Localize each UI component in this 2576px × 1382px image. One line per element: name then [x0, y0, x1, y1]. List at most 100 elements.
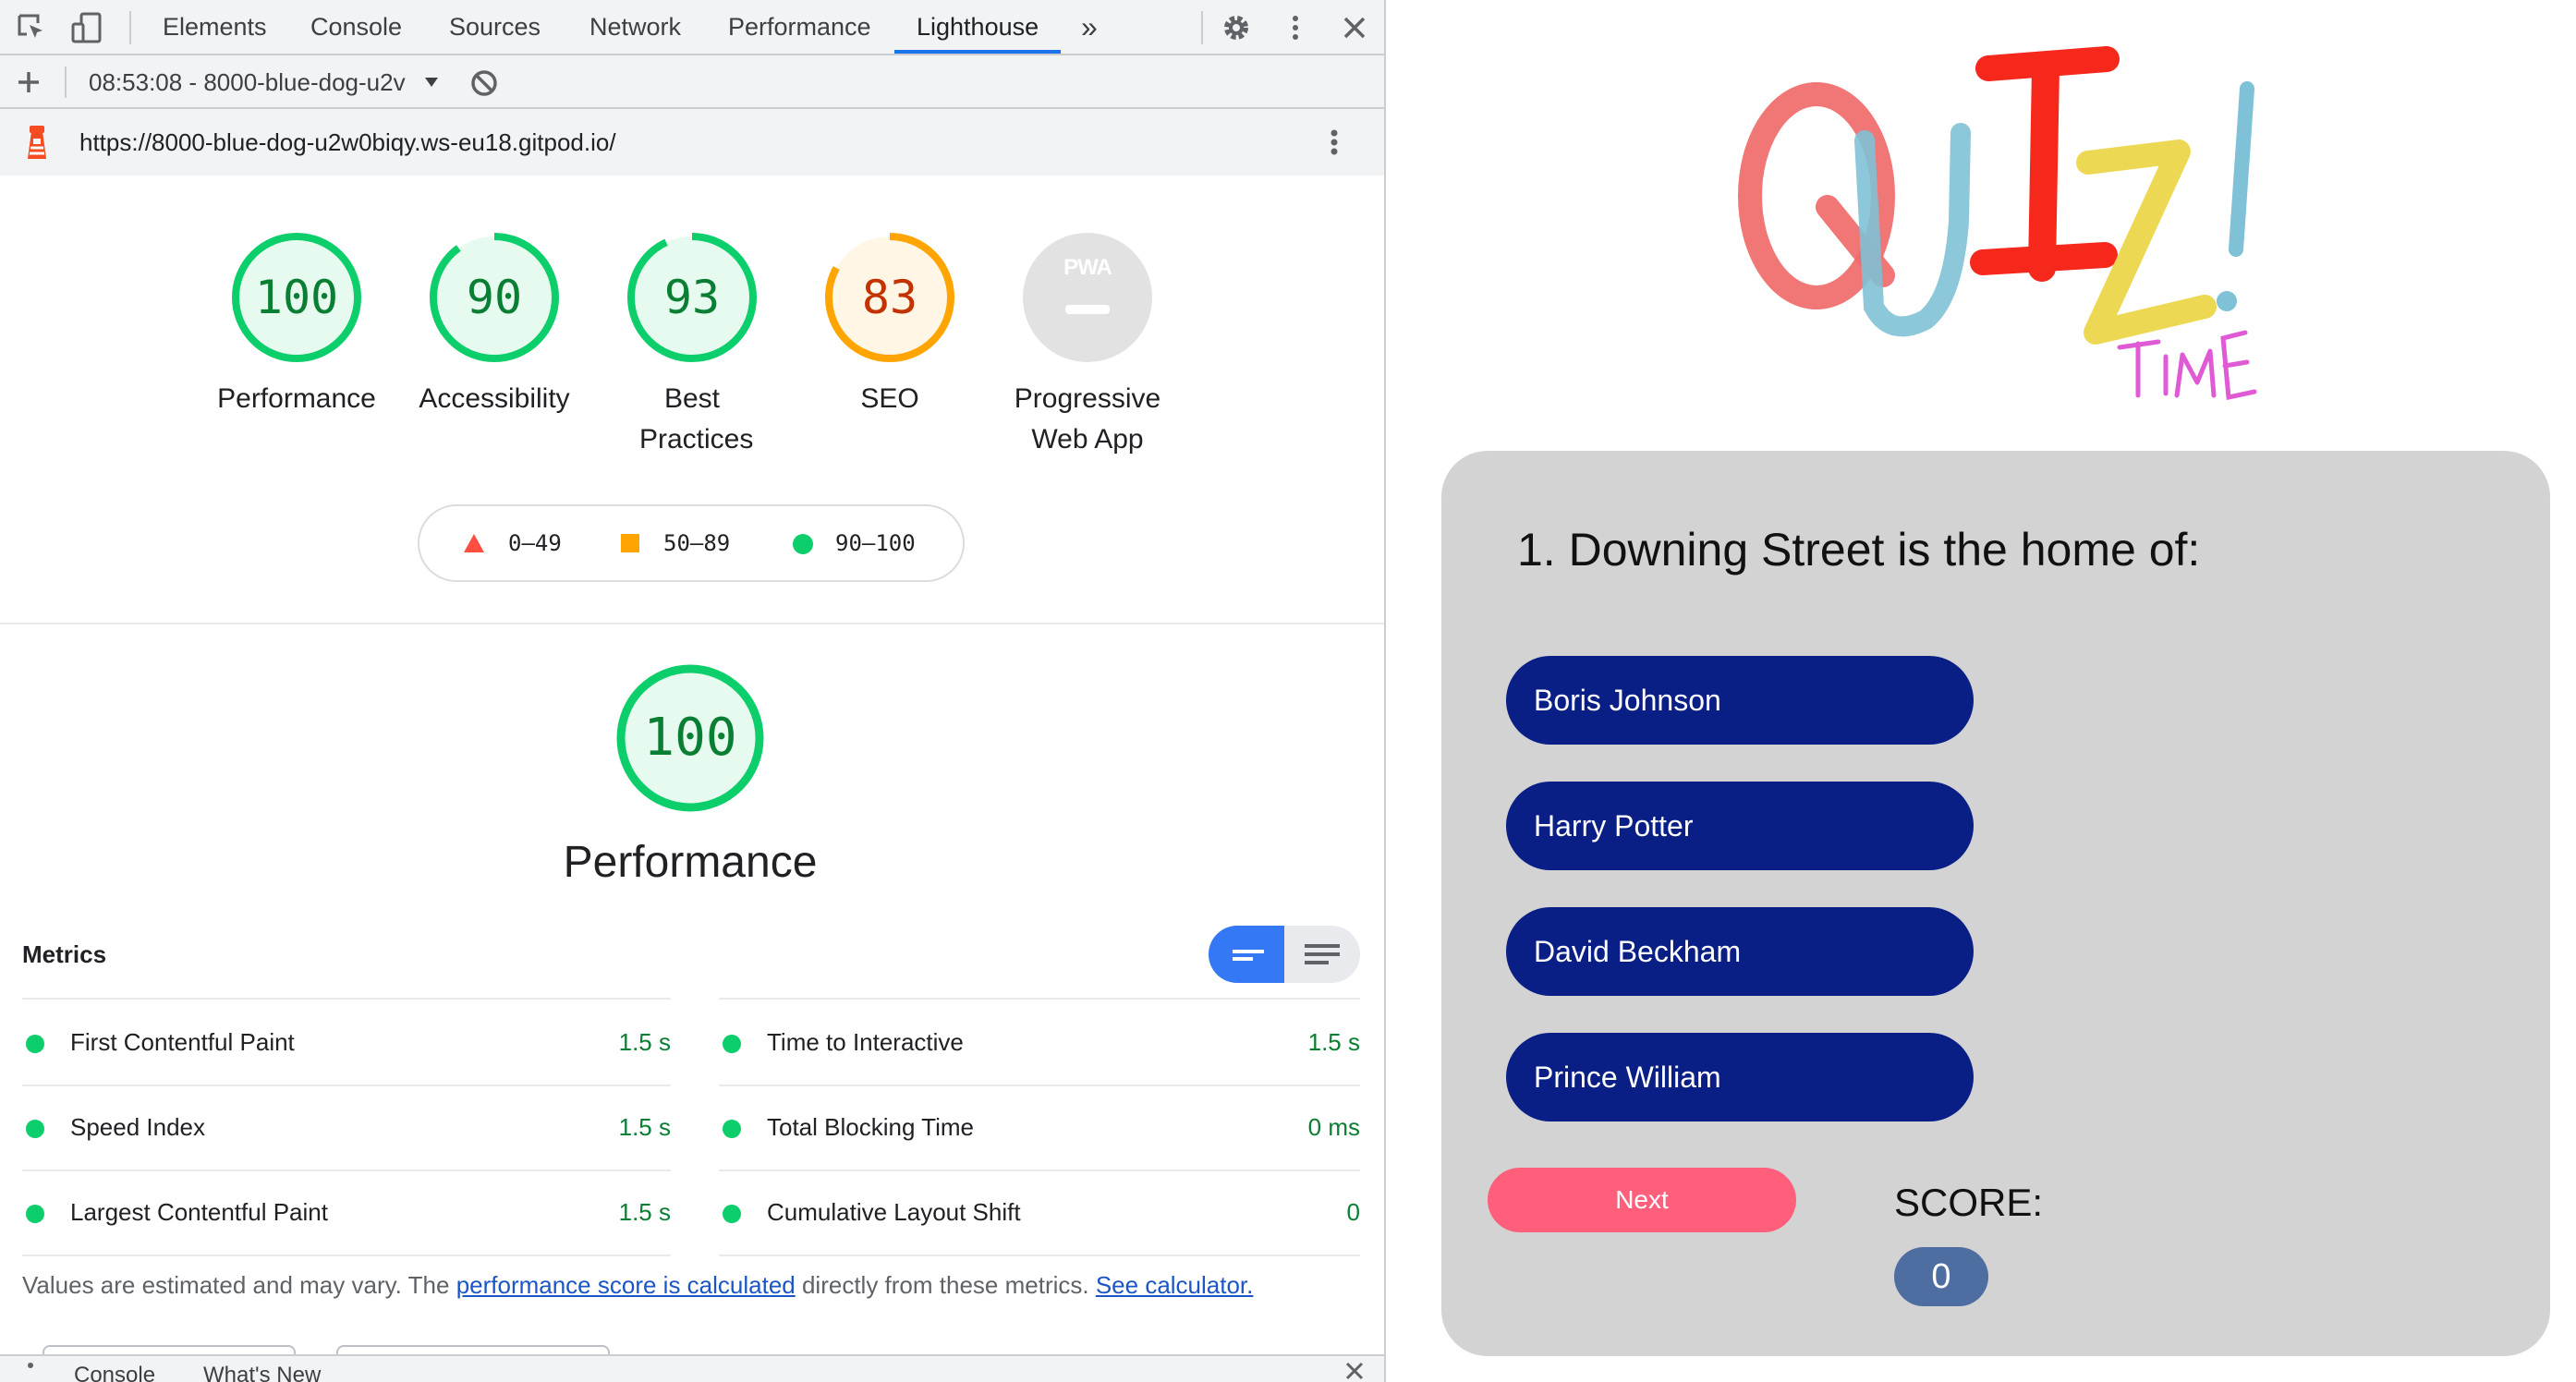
quiz-app: 1. Downing Street is the home of: Boris … [1386, 0, 2576, 1382]
legend-average: 50–89 [663, 530, 731, 556]
metrics-note: Values are estimated and may vary. The p… [22, 1271, 1253, 1300]
compact-view-button[interactable] [1209, 926, 1284, 983]
pass-dot-icon [26, 1120, 44, 1138]
fail-triangle-icon [464, 534, 484, 552]
close-icon[interactable] [1338, 11, 1371, 44]
drawer-tab-console[interactable]: Console [74, 1362, 155, 1382]
pass-dot-icon [26, 1205, 44, 1223]
score-label: Best Practices [639, 383, 754, 455]
drawer-tab-whats-new[interactable]: What's New [203, 1362, 321, 1382]
answer-button[interactable]: Boris Johnson [1506, 656, 1974, 745]
toolbar-separator [65, 67, 67, 98]
clear-report-icon[interactable] [469, 68, 499, 98]
score-value: 100 [254, 271, 339, 324]
note-text: Values are estimated and may vary. The [22, 1271, 456, 1299]
metric-label: Cumulative Layout Shift [767, 1198, 1021, 1226]
dropdown-arrow-icon[interactable] [423, 74, 440, 91]
metric-label: Speed Index [70, 1113, 206, 1141]
pwa-badge: PWA [1021, 231, 1154, 364]
metric-value: 1.5 s [618, 1198, 671, 1226]
tab-performance[interactable]: Performance [706, 0, 893, 54]
more-tabs-button[interactable]: » [1059, 0, 1120, 54]
metrics-heading: Metrics [22, 940, 107, 968]
url-bar-menu-icon[interactable] [1318, 126, 1351, 159]
lighthouse-logo-icon [22, 124, 52, 161]
performance-gauge: 100 [615, 663, 765, 813]
gauge: 100 [230, 231, 363, 364]
score-pwa[interactable]: PWA Progressive Web App [989, 231, 1186, 460]
devtools-panel: Elements Console Sources Network Perform… [0, 0, 1384, 1382]
devtools-drawer: Console What's New [0, 1354, 1384, 1382]
lighthouse-url-bar: https://8000-blue-dog-u2w0biqy.ws-eu18.g… [0, 109, 1384, 176]
pass-dot-icon [723, 1035, 741, 1053]
lighthouse-report-bar: 08:53:08 - 8000-blue-dog-u2v [0, 55, 1384, 109]
pass-dot-icon [723, 1120, 741, 1138]
metric-first-contentful-paint: First Contentful Paint 1.5 s [22, 1000, 671, 1085]
performance-score: 100 [643, 708, 737, 768]
score-best-practices[interactable]: 93 Best Practices [593, 231, 791, 460]
tab-network[interactable]: Network [567, 0, 703, 54]
metrics-divider [22, 1255, 671, 1256]
score-accessibility[interactable]: 90 Accessibility [395, 231, 593, 419]
metric-label: First Contentful Paint [70, 1028, 295, 1056]
score-seo[interactable]: 83 SEO [791, 231, 989, 419]
more-options-icon[interactable] [1279, 11, 1312, 44]
toolbar-separator [129, 11, 131, 44]
next-button[interactable]: Next [1488, 1168, 1796, 1232]
new-report-icon[interactable] [13, 67, 44, 98]
score-legend: 0–49 50–89 90–100 [418, 504, 965, 582]
score-label: SEO [860, 383, 919, 414]
performance-score-link[interactable]: performance score is calculated [456, 1271, 796, 1299]
report-selector[interactable]: 08:53:08 - 8000-blue-dog-u2v [89, 55, 418, 109]
gauge: 83 [823, 231, 956, 364]
metric-value: 0 ms [1307, 1113, 1360, 1141]
pass-circle-icon [793, 534, 813, 554]
drawer-close-icon[interactable] [1343, 1360, 1366, 1382]
pass-dot-icon [26, 1035, 44, 1053]
tab-console[interactable]: Console [288, 0, 424, 54]
metric-label: Time to Interactive [767, 1028, 964, 1056]
expanded-view-button[interactable] [1284, 926, 1360, 983]
drawer-menu-icon[interactable] [26, 1358, 35, 1382]
metric-time-to-interactive: Time to Interactive 1.5 s [719, 1000, 1360, 1085]
score-label: Progressive Web App [1014, 383, 1161, 455]
tab-lighthouse[interactable]: Lighthouse [894, 0, 1062, 54]
metric-speed-index: Speed Index 1.5 s [22, 1085, 671, 1170]
score-performance[interactable]: 100 Performance [198, 231, 395, 419]
settings-gear-icon[interactable] [1220, 11, 1253, 44]
answer-button[interactable]: Prince William [1506, 1033, 1974, 1121]
metric-value: 1.5 s [618, 1113, 671, 1141]
section-divider [0, 623, 1384, 624]
metric-cumulative-layout-shift: Cumulative Layout Shift 0 [719, 1170, 1360, 1255]
legend-pass: 90–100 [835, 530, 916, 556]
metric-total-blocking-time: Total Blocking Time 0 ms [719, 1085, 1360, 1170]
metric-largest-contentful-paint: Largest Contentful Paint 1.5 s [22, 1170, 671, 1255]
score-label: Accessibility [419, 383, 570, 414]
device-toolbar-icon[interactable] [70, 11, 103, 44]
score-value: 93 [663, 271, 721, 324]
audited-url: https://8000-blue-dog-u2w0biqy.ws-eu18.g… [79, 128, 616, 156]
inspect-element-icon[interactable] [15, 11, 48, 44]
score-value: 83 [861, 271, 918, 324]
gauge: 93 [626, 231, 759, 364]
question-card: 1. Downing Street is the home of: Boris … [1441, 451, 2550, 1356]
metric-value: 0 [1346, 1198, 1360, 1226]
pass-dot-icon [723, 1205, 741, 1223]
answer-button[interactable]: David Beckham [1506, 907, 1974, 996]
answer-button[interactable]: Harry Potter [1506, 782, 1974, 870]
question-text: 1. Downing Street is the home of: [1517, 524, 2201, 576]
tab-elements[interactable]: Elements [140, 0, 289, 54]
legend-fail: 0–49 [508, 530, 562, 556]
score-value: 0 [1894, 1247, 1988, 1306]
metrics-view-toggle[interactable] [1209, 926, 1360, 983]
metric-label: Total Blocking Time [767, 1113, 974, 1141]
toolbar-separator [1201, 11, 1203, 44]
see-calculator-link[interactable]: See calculator. [1096, 1271, 1254, 1299]
quiz-time-logo [1728, 37, 2282, 425]
performance-title: Performance [563, 838, 818, 887]
score-value: 90 [466, 271, 523, 324]
pwa-badge-text: PWA [1063, 255, 1112, 280]
devtools-tabbar: Elements Console Sources Network Perform… [0, 0, 1384, 55]
tab-sources[interactable]: Sources [427, 0, 563, 54]
metric-label: Largest Contentful Paint [70, 1198, 328, 1226]
